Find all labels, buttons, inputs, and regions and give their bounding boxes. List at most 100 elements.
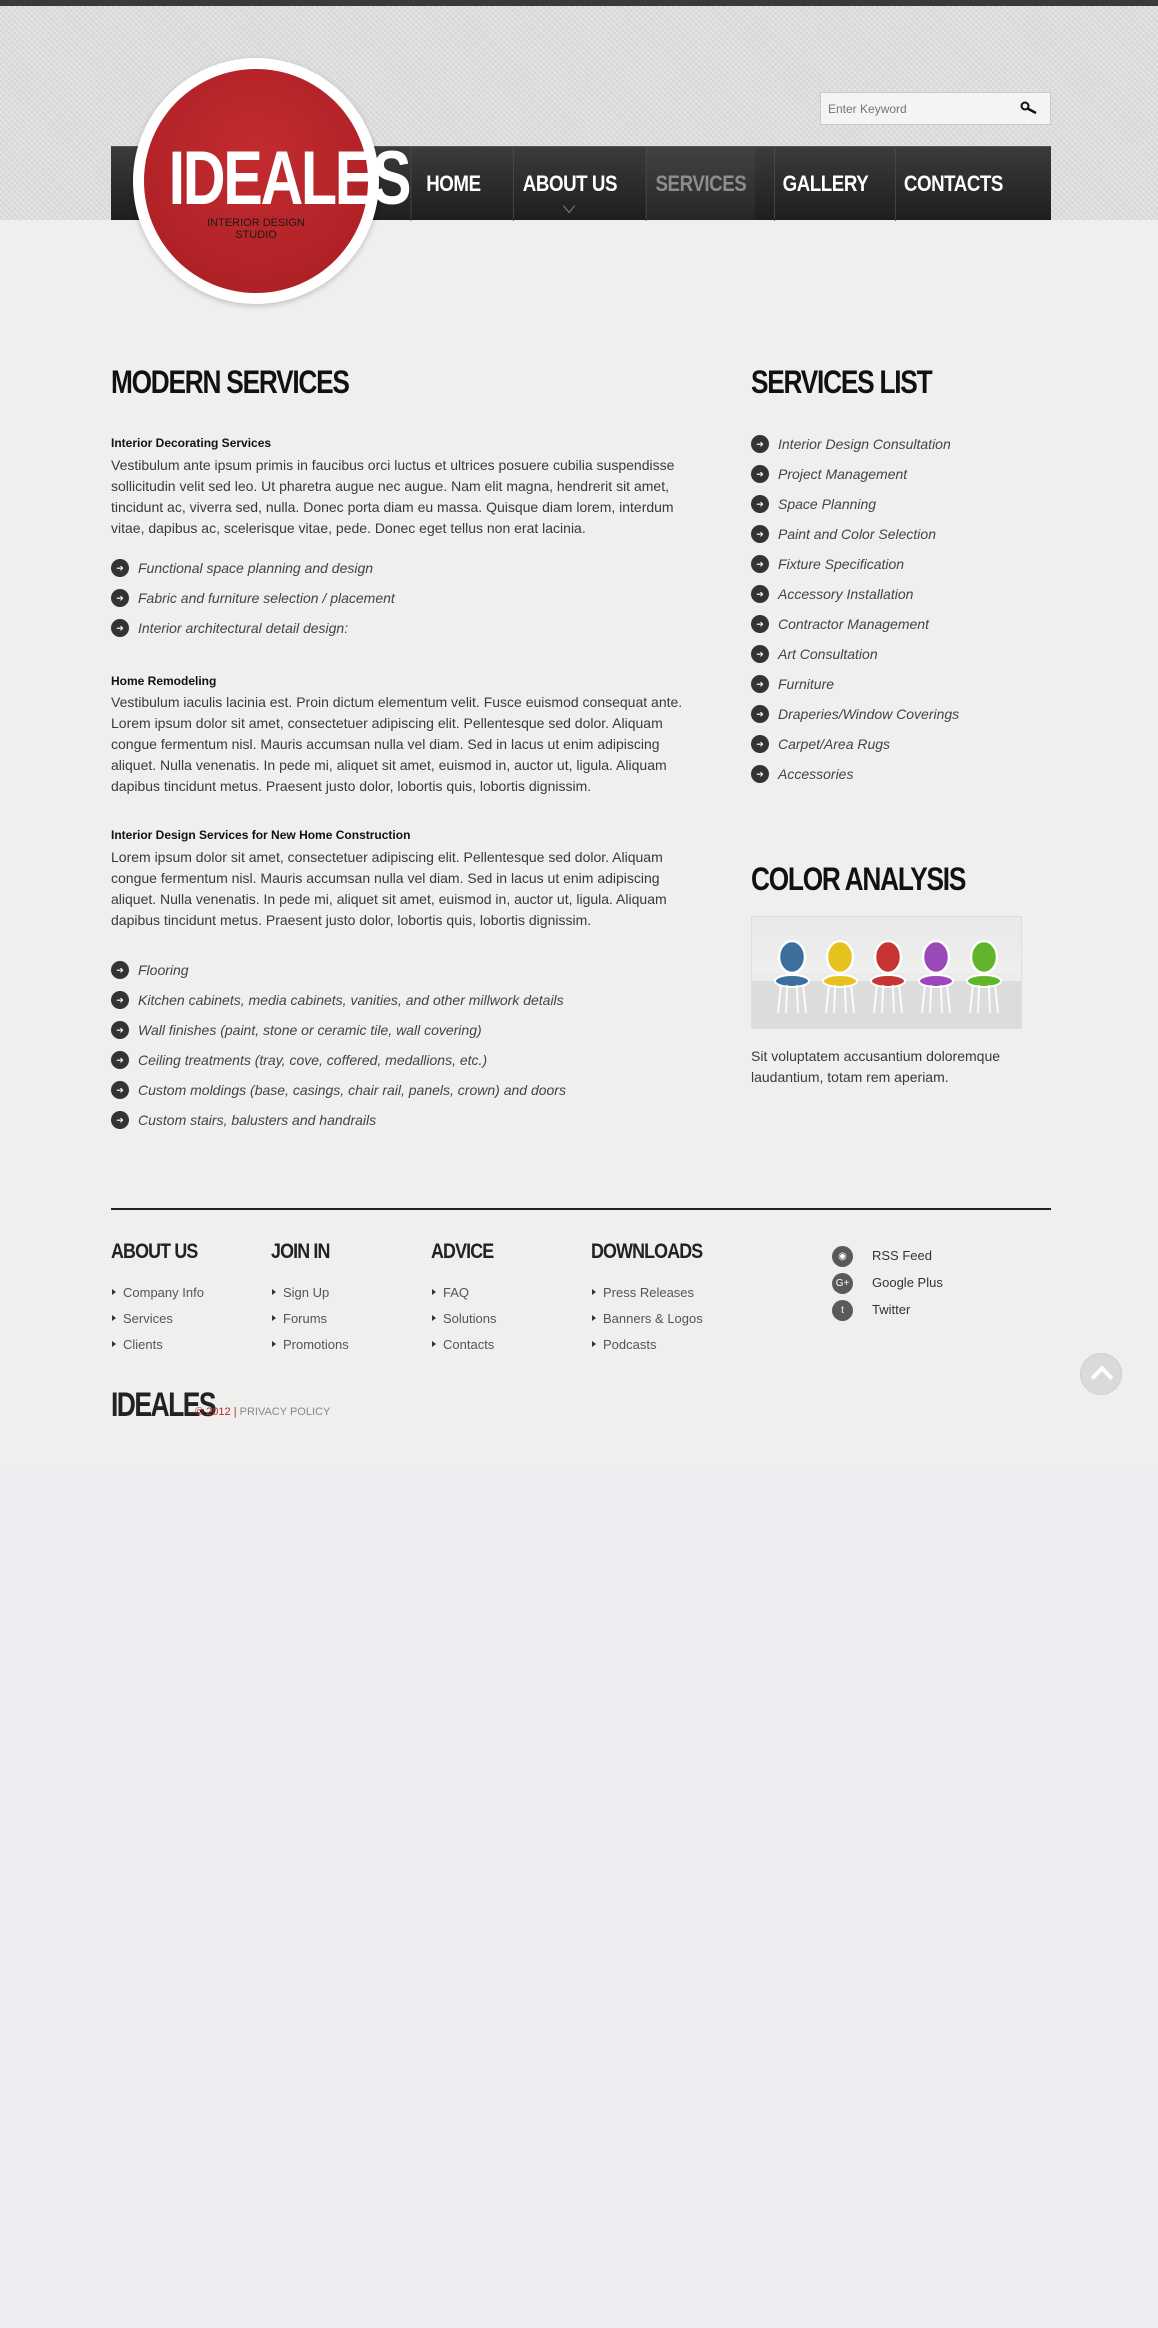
service-item: Furniture bbox=[751, 675, 1051, 705]
logo-badge: IDEALES INTERIOR DESIGN STUDIO bbox=[144, 69, 412, 293]
copyright: © 2012 | PRIVACY POLICY bbox=[195, 1406, 330, 1418]
service-item-text: Paint and Color Selection bbox=[778, 526, 936, 542]
service-item-text: Space Planning bbox=[778, 496, 877, 512]
color-analysis-title: COLOR ANALYSIS bbox=[751, 861, 966, 897]
arrow-right-icon bbox=[751, 765, 769, 783]
arrow-right-icon bbox=[751, 735, 769, 753]
section-text-decorating: Vestibulum ante ipsum primis in faucibus… bbox=[111, 457, 675, 536]
service-item-text: Project Management bbox=[778, 466, 908, 482]
section-text-new-construction: Lorem ipsum dolor sit amet, consectetuer… bbox=[111, 849, 667, 928]
arrow-right-icon bbox=[111, 1021, 129, 1039]
footer-link[interactable]: Podcasts bbox=[591, 1337, 703, 1363]
service-item-text: Fixture Specification bbox=[778, 556, 905, 572]
arrow-right-icon bbox=[751, 495, 769, 513]
twitter-icon: t bbox=[832, 1300, 853, 1321]
arrow-right-icon bbox=[751, 585, 769, 603]
service-item: Accessories bbox=[751, 765, 1051, 795]
arrow-right-icon bbox=[111, 961, 129, 979]
service-item: Accessory Installation bbox=[751, 585, 1051, 615]
list-item: Flooring bbox=[111, 961, 711, 991]
list-item: Custom stairs, balusters and handrails bbox=[111, 1111, 711, 1141]
nav-about-us[interactable]: ABOUT US bbox=[512, 147, 626, 221]
arrow-right-icon bbox=[111, 619, 129, 637]
search-box bbox=[820, 92, 1051, 125]
footer-link[interactable]: Company Info bbox=[111, 1285, 204, 1311]
footer-link[interactable]: Promotions bbox=[271, 1337, 349, 1363]
service-item: Carpet/Area Rugs bbox=[751, 735, 1051, 765]
footer-link[interactable]: Forums bbox=[271, 1311, 349, 1337]
arrow-right-icon bbox=[751, 555, 769, 573]
arrow-right-icon bbox=[751, 465, 769, 483]
arrow-right-icon bbox=[111, 1081, 129, 1099]
arrow-right-icon bbox=[111, 559, 129, 577]
arrow-right-icon bbox=[751, 525, 769, 543]
footer-column-heading: ABOUT US bbox=[111, 1240, 198, 1263]
list-item: Ceiling treatments (tray, cove, coffered… bbox=[111, 1051, 711, 1081]
list-item: Kitchen cabinets, media cabinets, vaniti… bbox=[111, 991, 711, 1021]
section-title-decorating: Interior Decorating Services bbox=[111, 436, 272, 450]
scroll-to-top-button[interactable] bbox=[1080, 1353, 1122, 1395]
chairs-illustration bbox=[752, 939, 1021, 1028]
decorating-bullet-list: Functional space planning and design Fabr… bbox=[111, 559, 696, 649]
list-item-text: Flooring bbox=[138, 962, 189, 978]
color-analysis-text: Sit voluptatem accusantium doloremque la… bbox=[751, 1048, 1001, 1085]
services-list-title: SERVICES LIST bbox=[751, 364, 933, 400]
footer-link[interactable]: Services bbox=[111, 1311, 204, 1337]
service-item: Draperies/Window Coverings bbox=[751, 705, 1051, 735]
arrow-right-icon bbox=[751, 675, 769, 693]
service-item-text: Contractor Management bbox=[778, 616, 929, 632]
footer-link[interactable]: Clients bbox=[111, 1337, 204, 1363]
section-title-new-construction: Interior Design Services for New Home Co… bbox=[111, 828, 411, 842]
list-item-text: Custom moldings (base, casings, chair ra… bbox=[138, 1082, 566, 1098]
nav-gallery[interactable]: GALLERY bbox=[774, 147, 876, 221]
footer-link-list: Press Releases Banners & Logos Podcasts bbox=[591, 1285, 703, 1363]
chevron-down-icon bbox=[563, 198, 576, 214]
list-item-text: Functional space planning and design bbox=[138, 560, 374, 576]
footer-link[interactable]: Sign Up bbox=[271, 1285, 349, 1311]
search-input[interactable] bbox=[821, 93, 1011, 124]
footer-link-list: Sign Up Forums Promotions bbox=[271, 1285, 349, 1363]
service-item: Space Planning bbox=[751, 495, 1051, 525]
service-item-text: Interior Design Consultation bbox=[778, 436, 951, 452]
section-title-remodeling: Home Remodeling bbox=[111, 674, 217, 688]
arrow-right-icon bbox=[111, 991, 129, 1009]
nav-contacts[interactable]: CONTACTS bbox=[895, 147, 1011, 221]
service-item-text: Carpet/Area Rugs bbox=[778, 736, 891, 752]
list-item: Interior architectural detail design: bbox=[111, 619, 696, 649]
list-item-text: Ceiling treatments (tray, cove, coffered… bbox=[138, 1052, 488, 1068]
google-plus-icon: G+ bbox=[832, 1273, 853, 1294]
social-link-label: RSS Feed bbox=[872, 1248, 932, 1263]
list-item: Fabric and furniture selection / placeme… bbox=[111, 589, 696, 619]
search-icon[interactable] bbox=[1020, 101, 1038, 115]
footer-link[interactable]: Banners & Logos bbox=[591, 1311, 703, 1337]
footer-link[interactable]: Press Releases bbox=[591, 1285, 703, 1311]
arrow-right-icon bbox=[751, 645, 769, 663]
arrow-right-icon bbox=[111, 1111, 129, 1129]
social-link-label: Google Plus bbox=[872, 1275, 943, 1290]
list-item: Custom moldings (base, casings, chair ra… bbox=[111, 1081, 711, 1111]
rss-icon: ◉ bbox=[832, 1246, 853, 1267]
copyright-text: © 2012 | bbox=[195, 1406, 237, 1418]
nav-home[interactable]: HOME bbox=[410, 147, 496, 221]
service-item-text: Art Consultation bbox=[778, 646, 878, 662]
service-item: Contractor Management bbox=[751, 615, 1051, 645]
footer-link[interactable]: Solutions bbox=[431, 1311, 496, 1337]
footer-column-heading: ADVICE bbox=[431, 1240, 494, 1263]
list-item-text: Kitchen cabinets, media cabinets, vaniti… bbox=[138, 992, 564, 1008]
nav-services[interactable]: SERVICES bbox=[645, 147, 756, 221]
list-item: Wall finishes (paint, stone or ceramic t… bbox=[111, 1021, 711, 1051]
list-item-text: Custom stairs, balusters and handrails bbox=[138, 1112, 377, 1128]
logo[interactable]: IDEALES INTERIOR DESIGN STUDIO bbox=[133, 58, 412, 304]
list-item-text: Fabric and furniture selection / placeme… bbox=[138, 590, 395, 606]
section-text-remodeling: Vestibulum iaculis lacinia est. Proin di… bbox=[111, 694, 683, 794]
service-item: Paint and Color Selection bbox=[751, 525, 1051, 555]
service-item: Art Consultation bbox=[751, 645, 1051, 675]
logo-subtitle: INTERIOR DESIGN STUDIO bbox=[144, 217, 368, 241]
footer-divider bbox=[111, 1208, 1051, 1210]
privacy-policy-link[interactable]: PRIVACY POLICY bbox=[240, 1406, 331, 1418]
list-item-text: Wall finishes (paint, stone or ceramic t… bbox=[138, 1022, 482, 1038]
page-title: MODERN SERVICES bbox=[111, 364, 350, 400]
social-link-label: Twitter bbox=[872, 1302, 911, 1317]
footer-link[interactable]: Contacts bbox=[431, 1337, 496, 1363]
footer-link[interactable]: FAQ bbox=[431, 1285, 496, 1311]
